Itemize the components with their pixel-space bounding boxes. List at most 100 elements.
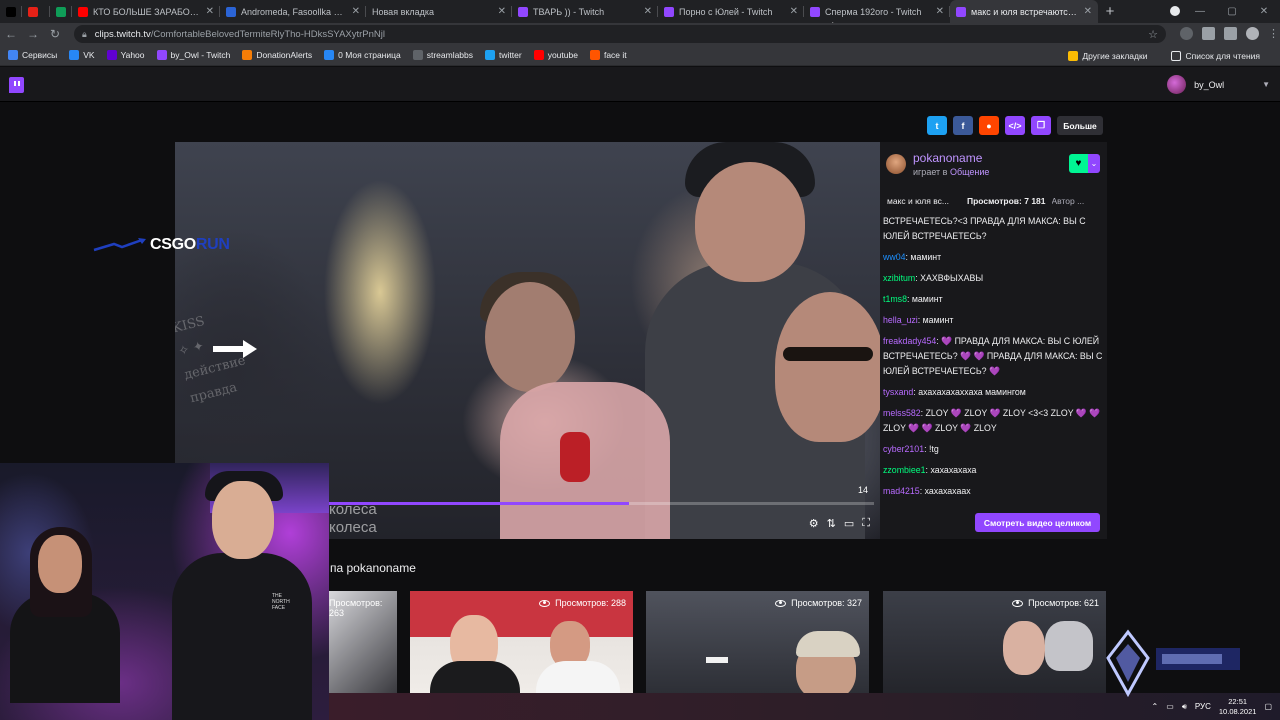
chevron-up-icon[interactable]: ⌃ (1152, 702, 1159, 711)
progress-bar[interactable] (329, 502, 874, 505)
bookmark-icon (324, 50, 335, 60)
bookmark-item[interactable]: DonationAlerts (242, 50, 312, 60)
heart-icon[interactable]: ♥ (1069, 154, 1088, 173)
browser-tab[interactable]: Andromeda, Fasoollka — Pla... ✕ (220, 0, 366, 23)
browser-tab[interactable] (50, 0, 72, 23)
bookmark-item[interactable]: face it (589, 50, 627, 60)
minimize-icon[interactable]: — (1184, 6, 1216, 17)
bookmark-label: 0 Моя страница (338, 50, 401, 60)
settings-gear-icon[interactable]: ⚙ (809, 517, 819, 530)
code-icon: </> (1008, 120, 1022, 131)
close-tab-icon[interactable]: ✕ (498, 6, 506, 17)
twitter-share-button[interactable]: t (927, 116, 947, 135)
bookmark-item[interactable]: twitter (485, 50, 522, 60)
new-tab-button[interactable]: + (1098, 0, 1122, 23)
facebook-share-button[interactable]: f (953, 116, 973, 135)
bookmark-item[interactable]: VK (69, 50, 95, 60)
bookmark-item[interactable]: Сервисы (8, 50, 57, 60)
close-window-icon[interactable]: ✕ (1248, 6, 1280, 17)
chat-username[interactable]: ww04 (883, 252, 906, 262)
clock[interactable]: 22:51 10.08.2021 (1219, 697, 1257, 717)
chat-username[interactable]: hella_uzi (883, 315, 918, 325)
streamer-name[interactable]: pokanoname (913, 151, 989, 165)
browser-tab[interactable]: макс и юля встречаются (М... ✕ (950, 0, 1098, 23)
browser-tab[interactable]: Порно с Юлей - Twitch ✕ (658, 0, 804, 23)
browser-tab[interactable] (22, 0, 50, 23)
clip-thumbnail[interactable]: Просмотров: 327 (646, 591, 869, 693)
bookmark-item[interactable]: streamlabbs (412, 50, 473, 60)
chat-username[interactable]: tysxand (883, 387, 913, 397)
extensions-area: ⋮ (1180, 27, 1279, 40)
bookmark-item[interactable]: by_Owl - Twitch (156, 50, 230, 60)
streamer-category: играет в Общение (913, 167, 990, 177)
browser-tab[interactable]: Сперма 192oro - Twitch ✕ (804, 0, 950, 23)
chat-username[interactable]: freakdady454 (883, 336, 936, 346)
extensions-puzzle-icon[interactable] (1202, 27, 1215, 40)
reddit-share-button[interactable]: ● (979, 116, 999, 135)
avatar[interactable] (886, 154, 906, 174)
more-share-button[interactable]: Больше (1057, 116, 1103, 135)
close-tab-icon[interactable]: ✕ (352, 6, 360, 17)
chat-messages: ВСТРЕЧАЕТЕСЬ?<3 ПРАВДА ДЛЯ МАКСА: ВЫ С Ю… (883, 214, 1103, 505)
bookmark-item[interactable]: 0 Моя страница (324, 50, 401, 60)
fullscreen-icon[interactable]: ⛶ (862, 517, 870, 530)
profile-icon[interactable] (1170, 6, 1180, 16)
embed-button[interactable]: </> (1005, 116, 1025, 135)
browser-tab[interactable]: Новая вкладка ✕ (366, 0, 512, 23)
forward-icon[interactable]: → (22, 27, 44, 41)
chat-username[interactable]: zzombiee1 (883, 465, 926, 475)
chat-username[interactable]: xzibitum (883, 273, 915, 283)
browser-tab[interactable] (0, 0, 22, 23)
close-tab-icon[interactable]: ✕ (1084, 6, 1092, 17)
person-figure (38, 535, 82, 593)
browser-tab[interactable]: КТО БОЛЬШЕ ЗАРАБОТАЕТ ... ✕ (72, 0, 220, 23)
copy-link-button[interactable]: ❐ (1031, 116, 1051, 135)
network-icon[interactable]: ▭ (1166, 702, 1174, 711)
clip-icon[interactable]: ⇅ (827, 517, 836, 530)
reload-icon[interactable]: ↻ (44, 27, 66, 41)
back-icon[interactable]: ← (0, 27, 22, 41)
clip-thumbnail[interactable]: Просмотров: 263 (329, 591, 397, 693)
follow-button[interactable]: ♥ ⌄ (1069, 154, 1100, 173)
clip-thumbnail[interactable]: Просмотров: 621 (883, 591, 1106, 693)
clip-thumbnail[interactable]: Просмотров: 288 (410, 591, 633, 693)
theatre-mode-icon[interactable]: ▭ (844, 517, 854, 530)
progress-fill (329, 502, 629, 505)
avatar[interactable] (1246, 27, 1259, 40)
close-tab-icon[interactable]: ✕ (790, 6, 798, 17)
chevron-down-icon[interactable]: ⌄ (1088, 154, 1100, 173)
twitch-logo-icon[interactable] (9, 77, 24, 93)
clip-author[interactable]: Автор ... (1052, 196, 1085, 206)
bookmark-reading-list[interactable]: Список для чтения (1171, 50, 1260, 61)
bookmark-other[interactable]: Другие закладки (1068, 50, 1147, 61)
user-menu[interactable]: by_Owl ▼ (1167, 75, 1270, 94)
bookmark-star-icon[interactable]: ☆ (1148, 28, 1158, 41)
chat-message: ww04: маминт (883, 252, 942, 262)
close-tab-icon[interactable]: ✕ (936, 6, 944, 17)
menu-icon[interactable]: ⋮ (1268, 27, 1279, 40)
lock-icon[interactable]: 🔒︎ (82, 29, 87, 40)
bookmark-item[interactable]: Yahoo (106, 50, 145, 60)
volume-icon[interactable]: 🔊︎ (1182, 702, 1187, 712)
media-icon[interactable] (1224, 27, 1237, 40)
chat-username[interactable]: melss582 (883, 408, 921, 418)
bookmark-item[interactable]: youtube (533, 50, 578, 60)
bookmark-label: youtube (547, 50, 578, 60)
notifications-icon[interactable]: ▢ (1264, 702, 1272, 711)
username: by_Owl (1194, 79, 1225, 90)
maximize-icon[interactable]: ▢ (1216, 6, 1248, 17)
category-link[interactable]: Общение (950, 167, 989, 177)
chat-username[interactable]: t1ms8 (883, 294, 907, 304)
close-tab-icon[interactable]: ✕ (644, 6, 652, 17)
chat-text: хахахахаах (924, 486, 971, 496)
address-bar[interactable]: 🔒︎ clips.twitch.tv/ComfortableBelovedTer… (74, 25, 1166, 43)
browser-tab[interactable]: ТВАРЬ )) - Twitch ✕ (512, 0, 658, 23)
extension-icon[interactable] (1180, 27, 1193, 40)
watch-full-video-button[interactable]: Смотреть видео целиком (975, 513, 1100, 532)
close-tab-icon[interactable]: ✕ (206, 6, 214, 17)
language-indicator[interactable]: РУС (1195, 702, 1211, 711)
time-label: 14 (857, 485, 868, 495)
chat-username[interactable]: mad4215 (883, 486, 920, 496)
person-figure (775, 292, 880, 442)
chat-username[interactable]: cyber2101 (883, 444, 924, 454)
